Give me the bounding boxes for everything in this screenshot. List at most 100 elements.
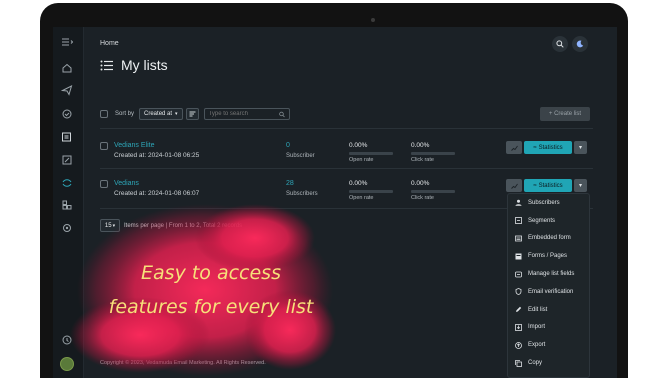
list-fields-icon [515,271,522,278]
page-header: My lists [100,57,168,73]
sending-icon[interactable] [60,176,74,190]
click-rate-bar [411,152,455,155]
chevron-down-icon: ▾ [578,145,582,151]
history-icon[interactable] [60,333,74,347]
subscriber-count[interactable]: 0 [286,142,290,149]
sidebar [53,27,84,378]
open-rate: 0.00% Open rate [349,142,393,163]
list-icon [100,60,113,70]
embedded-form-icon [515,235,522,242]
menu-item-label: Email verification [528,288,574,295]
chart-icon [510,145,518,151]
create-list-button[interactable]: + Create list [540,107,590,121]
menu-item-label: Import [528,324,546,331]
chart-icon [510,183,518,189]
divider [100,168,593,169]
statistics-button[interactable]: ≈ Statistics [524,141,572,154]
overview-button[interactable] [506,179,522,192]
sort-select[interactable]: Created at ▾ [139,108,183,120]
menu-item-export[interactable]: Export [508,336,589,354]
subscriber-label: Subscriber [286,153,315,159]
click-rate: 0.00% Click rate [411,142,455,163]
statistics-button[interactable]: ≈ Statistics [524,179,572,192]
breadcrumb[interactable]: Home [100,40,119,47]
subscriber-count[interactable]: 28 [286,180,294,187]
open-rate-bar [349,152,393,155]
sort-label: Sort by [115,111,135,117]
open-rate-label: Open rate [349,195,374,201]
menu-item-label: Segments [528,217,556,224]
statistics-icon: ≈ [533,144,537,151]
list-row: Vedians Elite Created at: 2024-01-08 06:… [100,137,593,177]
search-icon [556,40,564,48]
templates-icon[interactable] [60,153,74,167]
chevron-down-icon: ▾ [578,183,582,189]
statistics-label: Statistics [538,182,563,189]
chevron-down-icon: ▾ [175,111,178,117]
menu-toggle-icon[interactable] [60,35,74,49]
pagination-summary: Items per page | From 1 to 2, Total 2 re… [124,222,243,229]
click-rate-value: 0.00% [411,180,430,187]
avatar[interactable] [60,357,74,371]
list-name-link[interactable]: Vedians [114,180,139,187]
list-name-link[interactable]: Vedians Elite [114,142,154,149]
menu-item-segments[interactable]: Segments [508,212,589,230]
per-page-select[interactable]: 15 ▾ [100,219,120,232]
send-icon[interactable] [60,83,74,97]
menu-item-label: Subscribers [528,199,560,206]
list-toolbar: Sort by Created at ▾ [100,107,290,121]
menu-item-label: Embedded form [528,235,571,242]
pencil-icon [515,306,522,313]
menu-item-embedded-form[interactable]: Embedded form [508,230,589,248]
click-rate-value: 0.00% [411,142,430,149]
menu-item-label: Forms / Pages [528,253,568,260]
subscribers-icon [515,199,522,207]
gear-icon[interactable] [60,221,74,235]
import-icon [515,324,522,331]
settings-icon[interactable] [60,198,74,212]
open-rate-value: 0.00% [349,180,368,187]
select-all-checkbox[interactable] [100,110,108,118]
list-actions-menu: Subscribers Segments Embedded form Forms… [507,193,590,378]
per-page-value: 15 [104,222,112,229]
promo-headline-line-1: Easy to access [141,262,281,284]
menu-item-label: Export [528,342,546,349]
menu-item-import[interactable]: Import [508,319,589,337]
lists-icon[interactable] [60,130,74,144]
menu-item-copy[interactable]: Copy [508,354,589,372]
search-field[interactable] [203,108,290,120]
more-actions-button[interactable]: ▾ [574,179,587,192]
row-checkbox[interactable] [100,180,108,188]
list-created-at: Created at: 2024-01-08 06:07 [114,190,200,197]
click-rate-bar [411,190,455,193]
footer-copyright: Copyright © 2023, Vedamuda Email Marketi… [100,360,266,366]
menu-item-label: Copy [528,360,543,367]
menu-item-forms-pages[interactable]: Forms / Pages [508,247,589,265]
click-rate-label: Click rate [411,157,434,163]
menu-item-subscribers[interactable]: Subscribers [508,194,589,212]
statistics-label: Statistics [538,144,563,151]
export-icon [515,341,522,349]
open-rate-bar [349,190,393,193]
segments-icon [515,217,522,225]
overview-button[interactable] [506,141,522,154]
pagination: 15 ▾ Items per page | From 1 to 2, Total… [100,219,242,232]
page-title: My lists [121,57,168,73]
search-button[interactable] [552,36,568,52]
theme-toggle-button[interactable] [572,36,588,52]
menu-item-email-verification[interactable]: Email verification [508,283,589,301]
more-actions-button[interactable]: ▾ [574,141,587,154]
chevron-down-icon: ▾ [112,222,116,229]
sort-icon [189,111,196,117]
menu-item-edit-list[interactable]: Edit list [508,301,589,319]
copy-icon [515,359,522,367]
menu-item-manage-list-fields[interactable]: Manage list fields [508,265,589,283]
camera-dot [371,18,375,22]
row-checkbox[interactable] [100,142,108,150]
automation-icon[interactable] [60,107,74,121]
sort-direction-button[interactable] [185,108,199,120]
home-icon[interactable] [60,61,74,75]
moon-icon [576,40,584,48]
search-input[interactable] [208,111,279,117]
open-rate: 0.00% Open rate [349,180,393,201]
